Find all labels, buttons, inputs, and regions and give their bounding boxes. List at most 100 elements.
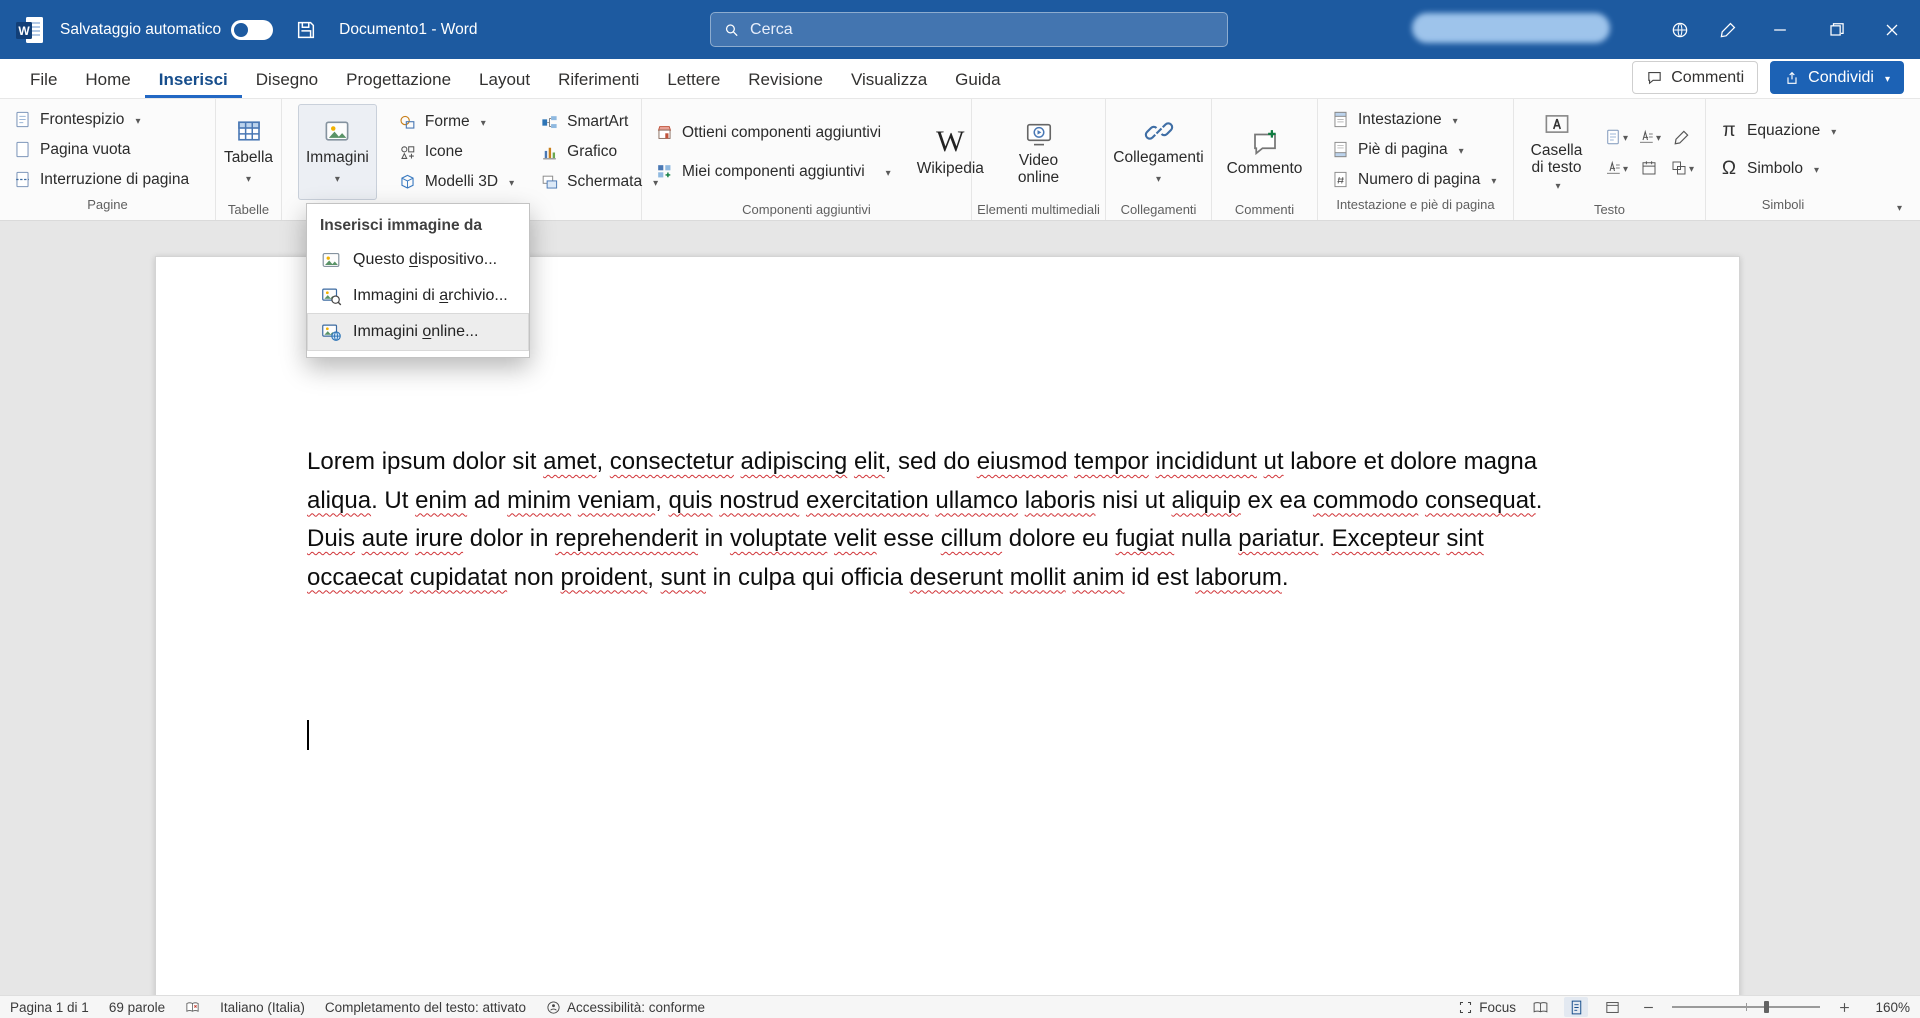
focus-mode-button[interactable]: Focus (1458, 1000, 1516, 1015)
wordart-button[interactable] (1634, 123, 1664, 151)
tab-progettazione[interactable]: Progettazione (332, 61, 465, 98)
chevron-down-icon (1623, 128, 1628, 146)
language-indicator[interactable]: Italiano (Italia) (220, 1000, 305, 1015)
chevron-down-icon (246, 169, 251, 188)
intestazione-button[interactable]: Intestazione (1326, 107, 1501, 132)
tab-riferimenti[interactable]: Riferimenti (544, 61, 653, 98)
collegamenti-button[interactable]: Collegamenti (1106, 104, 1210, 200)
group-label-testo: Testo (1514, 200, 1705, 220)
redacted-account-blob (1412, 13, 1610, 43)
tab-visualizza[interactable]: Visualizza (837, 61, 941, 98)
tab-disegno[interactable]: Disegno (242, 61, 332, 98)
modelli-3d-button[interactable]: Modelli 3D (393, 170, 519, 195)
chevron-down-icon (132, 111, 140, 129)
print-layout-button[interactable] (1564, 997, 1588, 1017)
menu-item-immagini-di-archivio[interactable]: Immagini di archivio... (308, 278, 528, 314)
misspelled-word: elit (854, 448, 885, 475)
document-title: Documento1 - Word (339, 21, 477, 39)
simbolo-button[interactable]: ΩSimbolo (1714, 155, 1841, 183)
read-mode-button[interactable] (1528, 997, 1552, 1017)
autosave-toggle[interactable] (231, 20, 273, 40)
misspelled-word: enim (415, 487, 467, 514)
addin-store-icon (655, 123, 674, 142)
accessibility-status[interactable]: Accessibilità: conforme (546, 1000, 705, 1015)
quick-parts-button[interactable] (1601, 123, 1631, 151)
my-addins-icon (655, 162, 674, 181)
equazione-button[interactable]: π Equazione (1714, 117, 1841, 145)
shapes-icon (398, 113, 417, 132)
chevron-down-icon (883, 163, 891, 181)
chevron-down-icon (1811, 160, 1819, 178)
text-prediction-status[interactable]: Completamento del testo: attivato (325, 1000, 526, 1015)
paragraph: Lorem ipsum dolor sit amet, consectetur … (307, 443, 1575, 597)
collapse-ribbon-button[interactable] (1897, 198, 1902, 214)
save-button[interactable] (287, 11, 325, 49)
equation-pi-icon: π (1719, 120, 1739, 142)
video-online-button[interactable]: Video online (999, 104, 1079, 200)
forme-button[interactable]: Forme (393, 110, 519, 135)
misspelled-word: minim (507, 487, 571, 514)
ottieni-componenti-button[interactable]: Ottieni componenti aggiuntivi (650, 120, 896, 145)
zoom-out-button[interactable] (1636, 997, 1660, 1017)
chevron-down-icon (478, 113, 486, 131)
document-page[interactable]: Lorem ipsum dolor sit amet, consectetur … (155, 256, 1740, 995)
tab-revisione[interactable]: Revisione (734, 61, 837, 98)
maximize-button[interactable] (1808, 0, 1864, 59)
search-input[interactable] (750, 21, 1215, 39)
search-box[interactable] (710, 12, 1228, 47)
object-button[interactable] (1667, 154, 1697, 182)
numero-di-pagina-button[interactable]: Numero di pagina (1326, 167, 1501, 192)
menu-item-questo-dispositivo[interactable]: Questo dispositivo... (308, 242, 528, 278)
wordart-icon (1637, 128, 1655, 146)
document-area: Lorem ipsum dolor sit amet, consectetur … (0, 222, 1920, 995)
link-icon (1144, 116, 1174, 146)
miei-componenti-button[interactable]: Miei componenti aggiuntivi (650, 159, 896, 184)
word-window: W Salvataggio automatico Documento1 - Wo… (0, 0, 1920, 1018)
editing-mode-button[interactable] (1704, 0, 1752, 59)
share-button[interactable]: Condividi (1770, 61, 1904, 94)
page-indicator[interactable]: Pagina 1 di 1 (10, 1000, 89, 1015)
presence-globe-button[interactable] (1656, 0, 1704, 59)
tab-lettere[interactable]: Lettere (653, 61, 734, 98)
pagina-vuota-button[interactable]: Pagina vuota (8, 137, 194, 162)
tab-inserisci[interactable]: Inserisci (145, 61, 242, 98)
misspelled-word: velit (834, 525, 877, 552)
group-label-intestazione: Intestazione e piè di pagina (1318, 195, 1513, 220)
interruzione-pagina-button[interactable]: Interruzione di pagina (8, 167, 194, 192)
misspelled-word: consectetur (610, 448, 734, 475)
drop-cap-button[interactable] (1601, 154, 1631, 182)
button-label: Equazione (1747, 122, 1820, 140)
date-time-button[interactable] (1634, 154, 1664, 182)
word-count[interactable]: 69 parole (109, 1000, 165, 1015)
icone-button[interactable]: Icone (393, 140, 519, 165)
zoom-slider-knob[interactable] (1764, 1001, 1769, 1013)
tab-guida[interactable]: Guida (941, 61, 1014, 98)
button-label: Intestazione (1358, 111, 1442, 129)
comments-button[interactable]: Commenti (1632, 61, 1758, 94)
web-layout-button[interactable] (1600, 997, 1624, 1017)
proofing-status[interactable] (185, 1000, 200, 1015)
pie-di-pagina-button[interactable]: Piè di pagina (1326, 137, 1501, 162)
zoom-in-button[interactable] (1832, 997, 1856, 1017)
frontespizio-button[interactable]: Frontespizio (8, 107, 194, 132)
misspelled-word: ut (1264, 448, 1284, 475)
web-layout-icon (1604, 999, 1621, 1016)
minimize-button[interactable] (1752, 0, 1808, 59)
misspelled-word: quis (669, 487, 713, 514)
tab-file[interactable]: File (16, 61, 71, 98)
insert-picture-menu: Inserisci immagine da Questo dispositivo… (306, 203, 530, 358)
immagini-button[interactable]: Immagini (298, 104, 377, 200)
casella-di-testo-button[interactable]: Casella di testo (1522, 104, 1591, 200)
close-button[interactable] (1864, 0, 1920, 59)
tab-layout[interactable]: Layout (465, 61, 544, 98)
misspelled-word: cillum (941, 525, 1002, 552)
menu-item-immagini-online[interactable]: Immagini online... (308, 314, 528, 350)
zoom-level[interactable]: 160% (1868, 1000, 1910, 1015)
button-label: Ottieni componenti aggiuntivi (682, 124, 881, 142)
tabella-button[interactable]: Tabella (217, 104, 280, 200)
tab-home[interactable]: Home (71, 61, 144, 98)
zoom-slider[interactable] (1672, 1006, 1820, 1008)
signature-line-button[interactable] (1667, 123, 1697, 151)
commento-button[interactable]: Commento (1220, 104, 1310, 200)
ribbon-group-testo: Casella di testo Testo (1514, 99, 1706, 220)
